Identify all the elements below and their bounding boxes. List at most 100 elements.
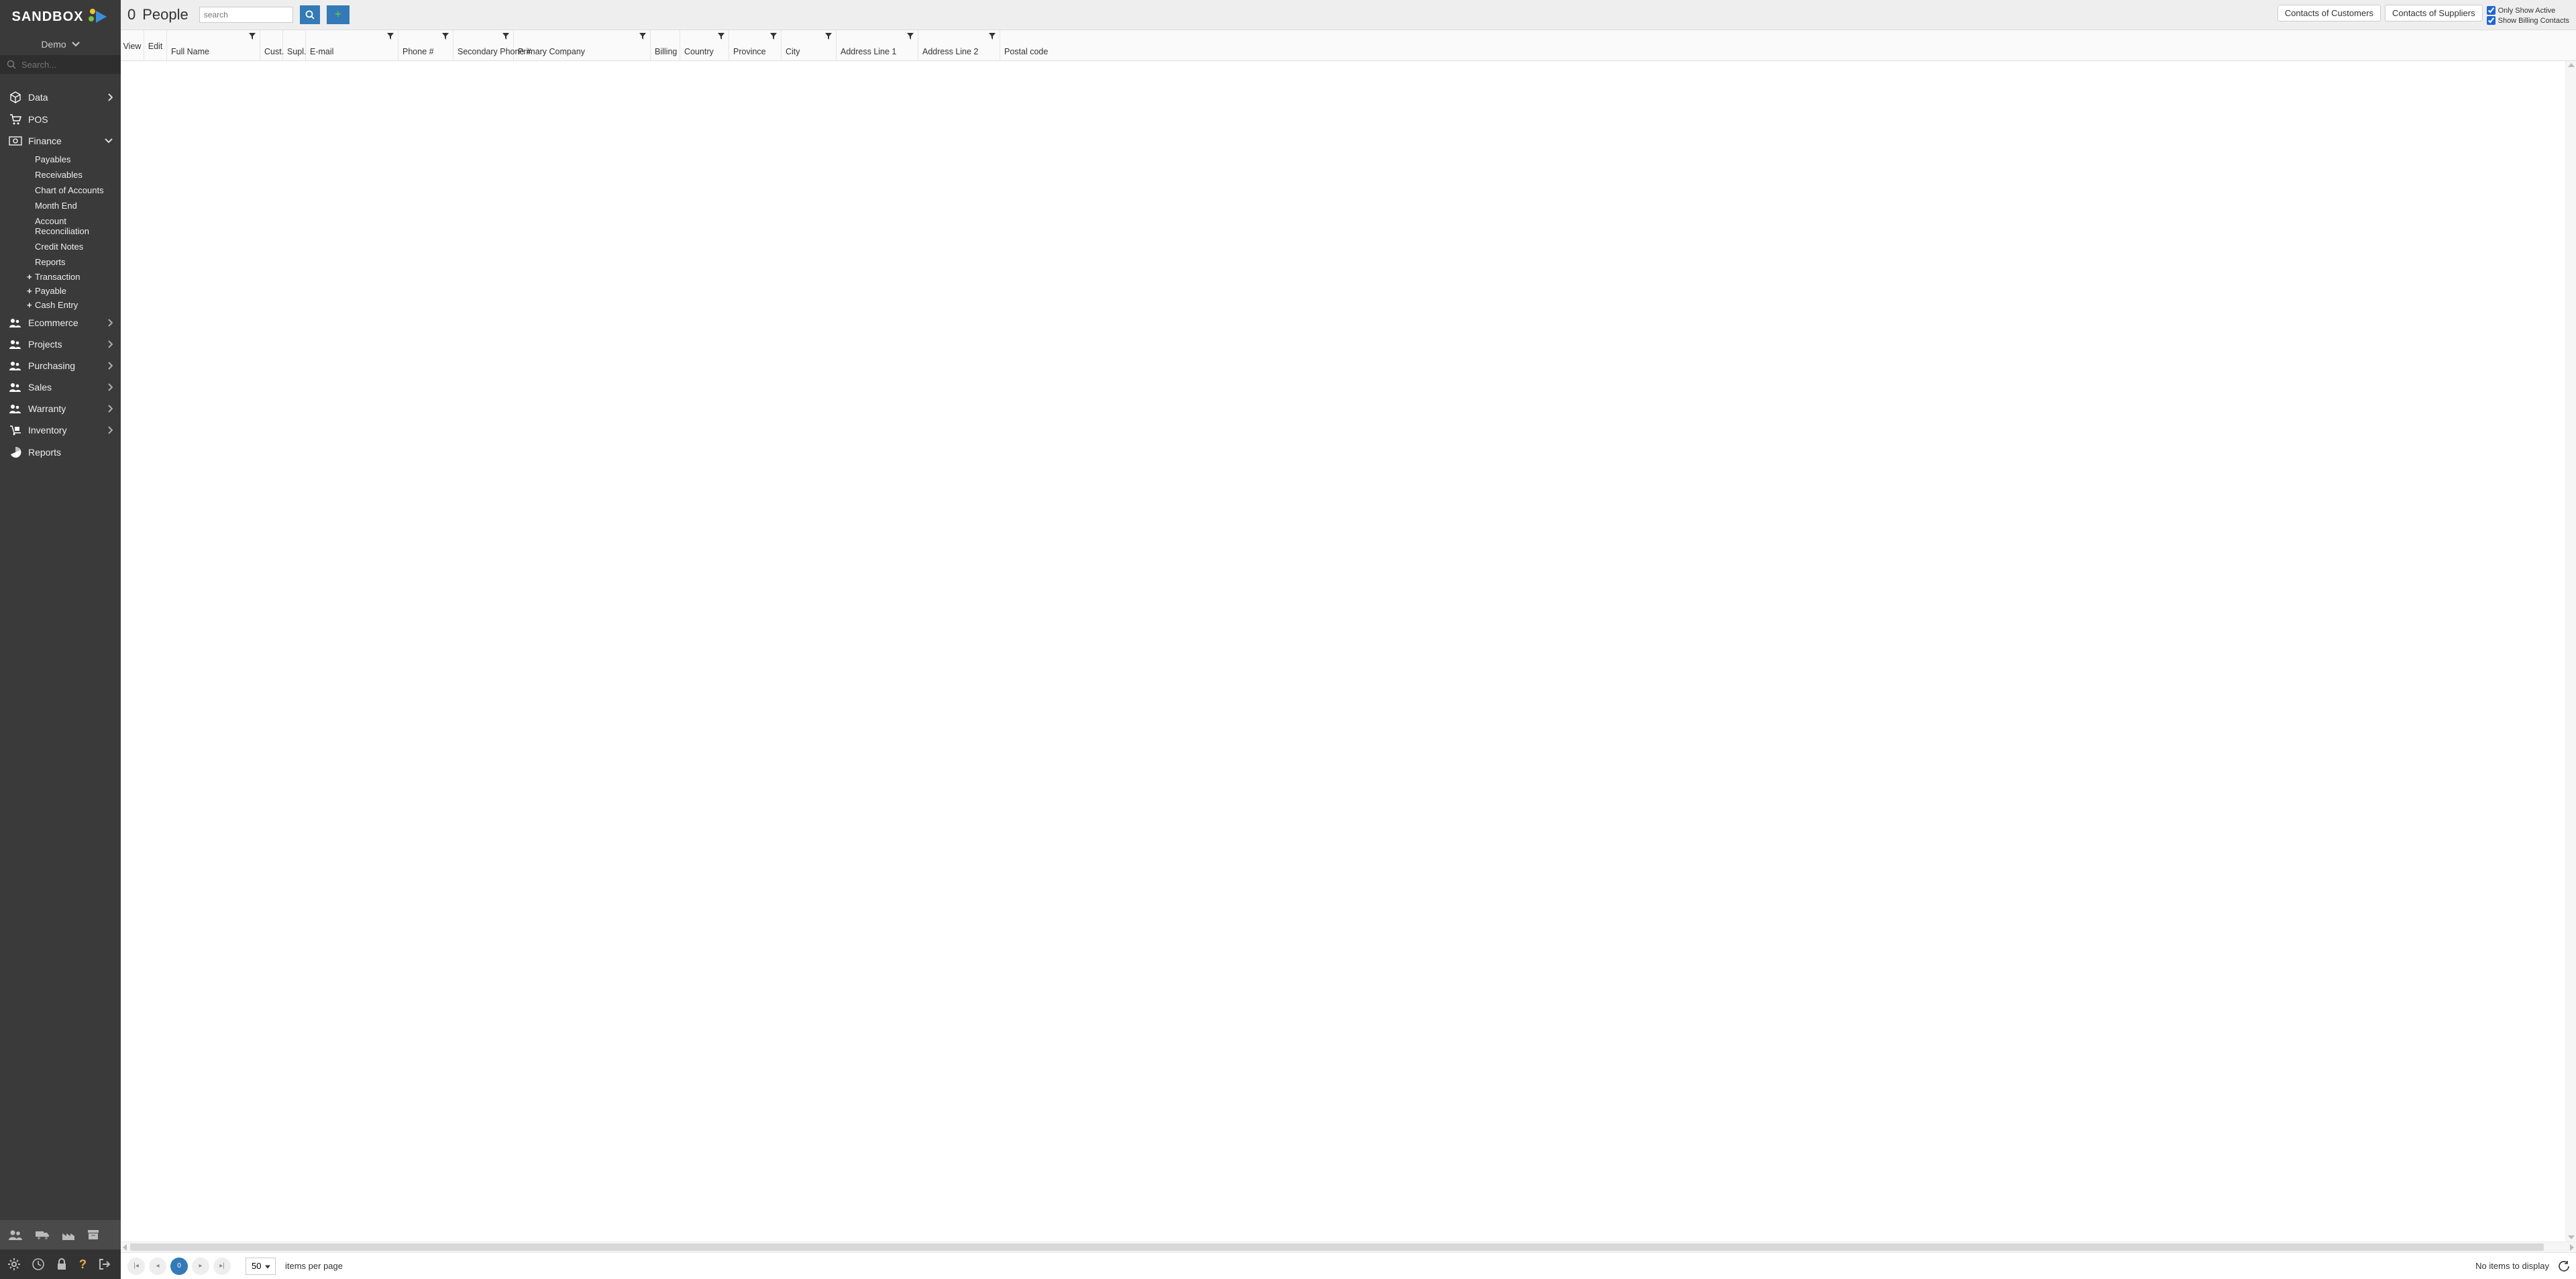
- filter-icon[interactable]: [989, 33, 996, 40]
- people-icon: [8, 340, 23, 349]
- col-address2[interactable]: Address Line 2: [918, 30, 1000, 60]
- col-cust[interactable]: Cust.: [260, 30, 283, 60]
- scroll-thumb[interactable]: [130, 1243, 2544, 1251]
- col-province[interactable]: Province: [729, 30, 782, 60]
- clock-icon[interactable]: [32, 1258, 44, 1270]
- col-phone[interactable]: Phone #: [398, 30, 453, 60]
- col-fullname[interactable]: Full Name: [167, 30, 260, 60]
- horizontal-scrollbar[interactable]: [121, 1241, 2576, 1252]
- search-button[interactable]: [300, 5, 320, 24]
- nav-inventory[interactable]: Inventory: [0, 419, 121, 441]
- nav-payables[interactable]: Payables: [35, 152, 121, 167]
- filter-icon[interactable]: [442, 33, 449, 40]
- filter-icon[interactable]: [770, 33, 777, 40]
- bottom-strip-system: ?: [0, 1249, 121, 1279]
- nav-data[interactable]: Data: [0, 86, 121, 109]
- col-billing[interactable]: Billing: [651, 30, 680, 60]
- filter-icon[interactable]: [502, 33, 509, 40]
- nav-ecommerce[interactable]: Ecommerce: [0, 312, 121, 334]
- cart-icon: [8, 114, 23, 125]
- refresh-icon[interactable]: [2559, 1261, 2569, 1272]
- truck-icon[interactable]: [35, 1229, 50, 1240]
- grid-header: View Edit Full Name Cust. Supl. E-mail P…: [121, 30, 2576, 61]
- people-icon: [8, 382, 23, 392]
- nav-reports[interactable]: Reports: [0, 441, 121, 464]
- chevron-right-icon: [107, 319, 113, 327]
- col-city[interactable]: City: [782, 30, 837, 60]
- plus-icon: +: [27, 300, 35, 310]
- filter-icon[interactable]: [639, 33, 646, 40]
- help-icon[interactable]: ?: [79, 1258, 87, 1272]
- nav-projects[interactable]: Projects: [0, 334, 121, 355]
- col-postal[interactable]: Postal code: [1000, 30, 2576, 60]
- col-supl[interactable]: Supl.: [283, 30, 306, 60]
- pager-status: No items to display: [2475, 1261, 2549, 1271]
- contacts-customers-button[interactable]: Contacts of Customers: [2277, 5, 2381, 21]
- nav-receivables[interactable]: Receivables: [35, 167, 121, 183]
- pager-last[interactable]: ▸|: [213, 1258, 231, 1275]
- col-secondary-phone[interactable]: Secondary Phone #: [453, 30, 514, 60]
- pager-pagesize-select[interactable]: 50: [246, 1258, 276, 1275]
- logo-icon: [87, 7, 109, 27]
- add-button[interactable]: +: [327, 5, 350, 24]
- nav-finance-reports[interactable]: Reports: [35, 254, 121, 270]
- nav-warranty[interactable]: Warranty: [0, 398, 121, 419]
- people-icon: [8, 361, 23, 370]
- filter-icon[interactable]: [907, 33, 914, 40]
- contacts-suppliers-button[interactable]: Contacts of Suppliers: [2385, 5, 2483, 21]
- chevron-down-icon: [105, 138, 113, 144]
- plus-icon: +: [335, 9, 341, 21]
- nav-chart-of-accounts[interactable]: Chart of Accounts: [35, 183, 121, 198]
- col-email[interactable]: E-mail: [306, 30, 398, 60]
- only-show-active-toggle[interactable]: Only Show Active: [2487, 6, 2569, 15]
- pager: |◂ ◂ 0 ▸ ▸| 50 items per page No items t…: [121, 1252, 2576, 1279]
- pager-current[interactable]: 0: [170, 1258, 188, 1275]
- topbar: 0 People + Contacts of Customers Contact…: [121, 0, 2576, 30]
- logout-icon[interactable]: [99, 1258, 111, 1270]
- col-edit[interactable]: Edit: [144, 30, 167, 60]
- only-show-active-checkbox[interactable]: [2487, 6, 2496, 15]
- col-country[interactable]: Country: [680, 30, 729, 60]
- sidebar: SANDBOX Demo Data PO: [0, 0, 121, 1279]
- people-icon: [8, 318, 23, 327]
- nav-month-end[interactable]: Month End: [35, 198, 121, 213]
- col-address1[interactable]: Address Line 1: [837, 30, 918, 60]
- vertical-scrollbar[interactable]: [2565, 61, 2576, 1241]
- people-module-icon[interactable]: [8, 1229, 23, 1240]
- show-billing-contacts-toggle[interactable]: Show Billing Contacts: [2487, 16, 2569, 25]
- filter-checkboxes: Only Show Active Show Billing Contacts: [2487, 5, 2569, 25]
- nav-add-payable[interactable]: +Payable: [27, 284, 121, 298]
- nav-finance-submenu: Payables Receivables Chart of Accounts M…: [0, 152, 121, 270]
- piechart-icon: [8, 446, 23, 458]
- lock-icon[interactable]: [56, 1258, 67, 1270]
- nav-sales[interactable]: Sales: [0, 376, 121, 398]
- filter-icon[interactable]: [825, 33, 832, 40]
- pager-prev[interactable]: ◂: [149, 1258, 166, 1275]
- archive-icon[interactable]: [87, 1229, 99, 1240]
- gear-icon[interactable]: [8, 1258, 20, 1270]
- sidebar-search[interactable]: [0, 55, 121, 74]
- chevron-right-icon: [107, 405, 113, 413]
- nav-finance[interactable]: Finance: [0, 130, 121, 152]
- scroll-left-icon[interactable]: [123, 1244, 127, 1251]
- nav-add-transaction[interactable]: +Transaction: [27, 270, 121, 284]
- col-primary-company[interactable]: Primary Company: [514, 30, 651, 60]
- nav-credit-notes[interactable]: Credit Notes: [35, 239, 121, 254]
- factory-icon[interactable]: [62, 1229, 75, 1240]
- nav-add-cash-entry[interactable]: +Cash Entry: [27, 298, 121, 312]
- filter-icon[interactable]: [718, 33, 724, 40]
- show-billing-contacts-checkbox[interactable]: [2487, 16, 2496, 25]
- nav-purchasing[interactable]: Purchasing: [0, 355, 121, 376]
- nav-account-reconciliation[interactable]: Account Reconciliation: [35, 213, 121, 239]
- org-selector[interactable]: Demo: [0, 34, 121, 55]
- filter-icon[interactable]: [249, 33, 256, 40]
- pager-first[interactable]: |◂: [127, 1258, 145, 1275]
- filter-icon[interactable]: [387, 33, 394, 40]
- col-view[interactable]: View: [121, 30, 144, 60]
- cube-icon: [8, 91, 23, 103]
- grid-search-input[interactable]: [199, 7, 293, 23]
- pager-next[interactable]: ▸: [192, 1258, 209, 1275]
- chevron-right-icon: [107, 362, 113, 370]
- nav-pos[interactable]: POS: [0, 109, 121, 130]
- scroll-right-icon[interactable]: [2570, 1244, 2574, 1251]
